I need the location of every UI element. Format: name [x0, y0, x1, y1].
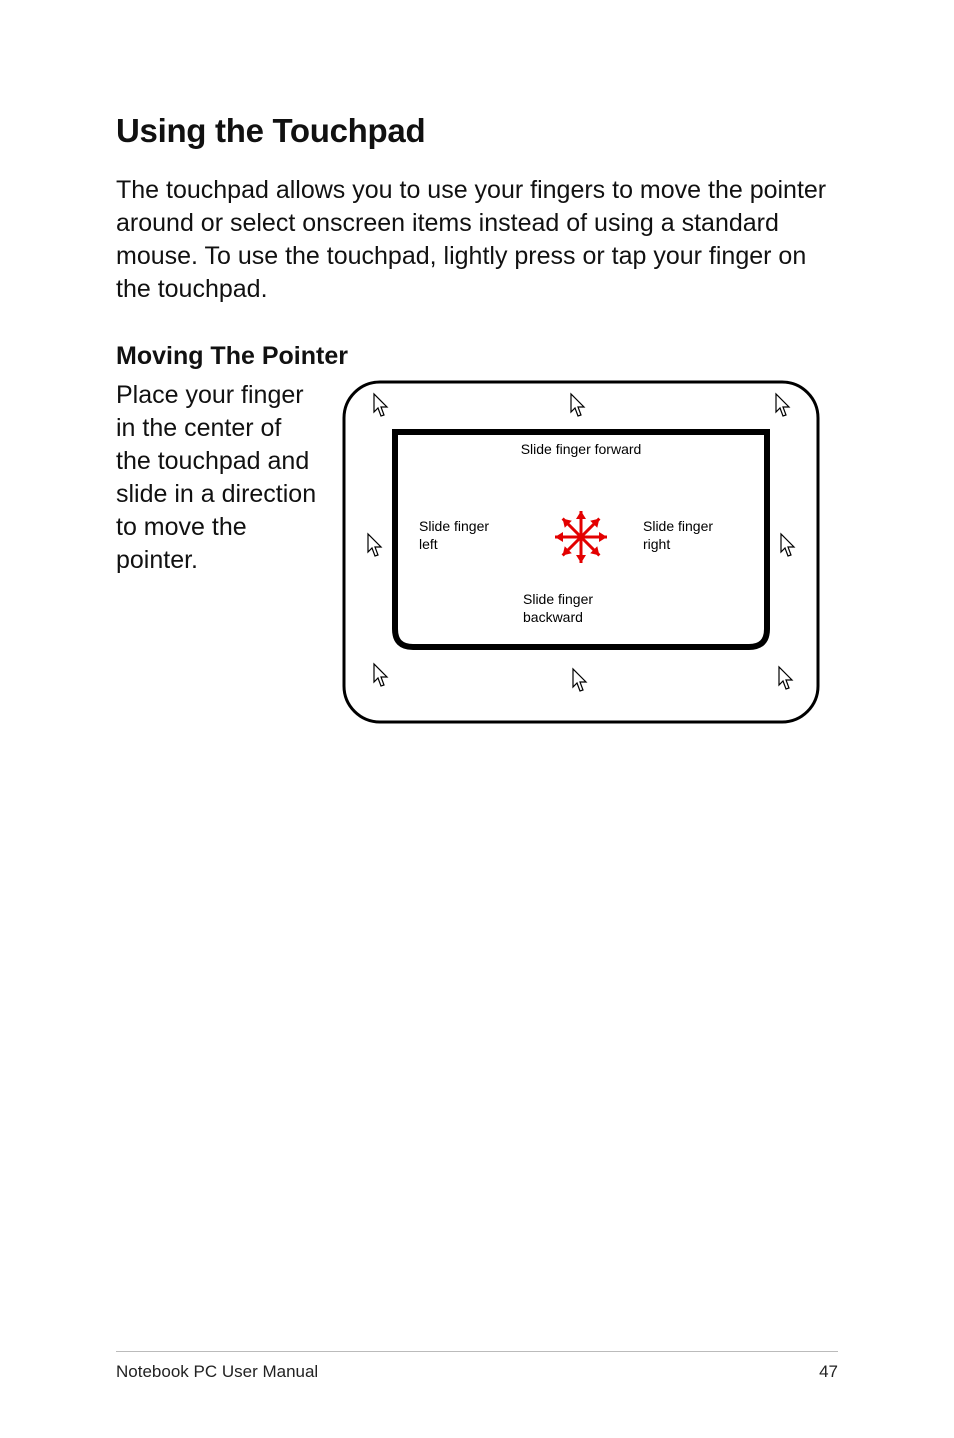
page: Using the Touchpad The touchpad allows y… — [0, 0, 954, 1438]
footer-title: Notebook PC User Manual — [116, 1362, 318, 1382]
pointer-paragraph: Place your finger in the center of the t… — [116, 379, 321, 577]
label-forward: Slide finger forward — [521, 441, 642, 457]
content-row: Place your finger in the center of the t… — [116, 379, 838, 730]
page-number: 47 — [819, 1362, 838, 1382]
subsection-heading: Moving The Pointer — [116, 342, 838, 371]
label-right-line1: Slide finger — [643, 518, 713, 534]
label-left-line1: Slide finger — [419, 518, 489, 534]
label-right-line2: right — [643, 536, 670, 552]
intro-paragraph: The touchpad allows you to use your fing… — [116, 174, 838, 306]
section-heading: Using the Touchpad — [116, 112, 838, 150]
label-back-line1: Slide finger — [523, 591, 593, 607]
label-back-line2: backward — [523, 609, 583, 625]
touchpad-diagram: Slide finger forward Slide finger left S… — [341, 379, 838, 730]
page-footer: Notebook PC User Manual 47 — [116, 1351, 838, 1382]
label-left-line2: left — [419, 536, 438, 552]
